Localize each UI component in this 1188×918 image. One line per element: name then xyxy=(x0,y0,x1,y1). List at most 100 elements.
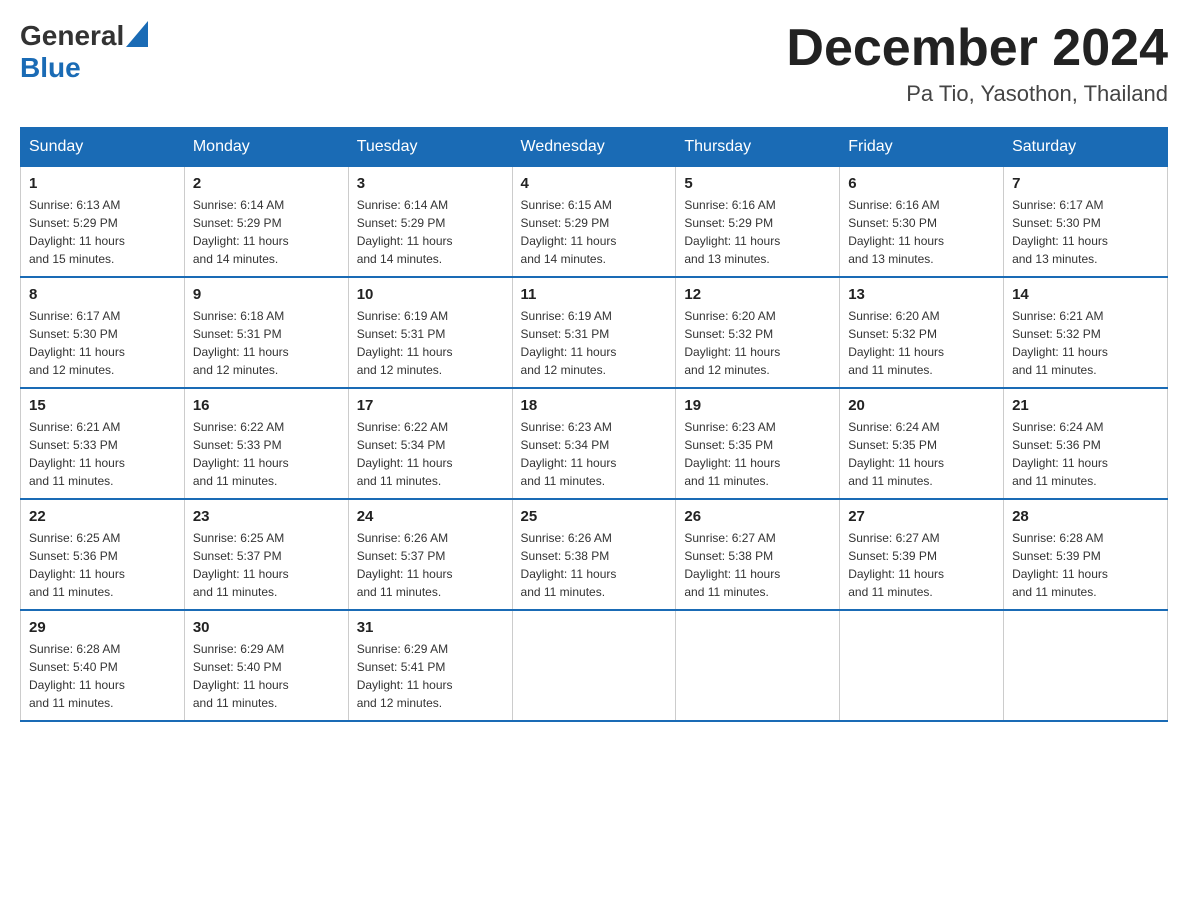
calendar-cell xyxy=(1004,610,1168,721)
day-info: Sunrise: 6:27 AMSunset: 5:38 PMDaylight:… xyxy=(684,529,831,601)
day-number: 3 xyxy=(357,175,504,192)
column-header-saturday: Saturday xyxy=(1004,128,1168,167)
day-info: Sunrise: 6:25 AMSunset: 5:36 PMDaylight:… xyxy=(29,529,176,601)
calendar-cell: 31 Sunrise: 6:29 AMSunset: 5:41 PMDayligh… xyxy=(348,610,512,721)
day-info: Sunrise: 6:23 AMSunset: 5:34 PMDaylight:… xyxy=(521,418,668,490)
calendar-cell: 14 Sunrise: 6:21 AMSunset: 5:32 PMDayligh… xyxy=(1004,277,1168,388)
day-number: 28 xyxy=(1012,508,1159,525)
day-number: 22 xyxy=(29,508,176,525)
column-header-tuesday: Tuesday xyxy=(348,128,512,167)
day-number: 29 xyxy=(29,619,176,636)
day-number: 21 xyxy=(1012,397,1159,414)
day-number: 9 xyxy=(193,286,340,303)
day-number: 31 xyxy=(357,619,504,636)
calendar-week-row: 29 Sunrise: 6:28 AMSunset: 5:40 PMDayligh… xyxy=(21,610,1168,721)
day-info: Sunrise: 6:17 AMSunset: 5:30 PMDaylight:… xyxy=(29,307,176,379)
calendar-cell: 8 Sunrise: 6:17 AMSunset: 5:30 PMDaylight… xyxy=(21,277,185,388)
day-number: 16 xyxy=(193,397,340,414)
day-info: Sunrise: 6:27 AMSunset: 5:39 PMDaylight:… xyxy=(848,529,995,601)
day-info: Sunrise: 6:13 AMSunset: 5:29 PMDaylight:… xyxy=(29,196,176,268)
calendar-cell: 25 Sunrise: 6:26 AMSunset: 5:38 PMDayligh… xyxy=(512,499,676,610)
logo-triangle-icon xyxy=(126,21,148,47)
day-info: Sunrise: 6:14 AMSunset: 5:29 PMDaylight:… xyxy=(193,196,340,268)
day-info: Sunrise: 6:16 AMSunset: 5:29 PMDaylight:… xyxy=(684,196,831,268)
column-header-sunday: Sunday xyxy=(21,128,185,167)
day-info: Sunrise: 6:21 AMSunset: 5:33 PMDaylight:… xyxy=(29,418,176,490)
calendar-cell: 23Sunrise: 6:25 AMSunset: 5:37 PMDayligh… xyxy=(184,499,348,610)
calendar-cell: 20Sunrise: 6:24 AMSunset: 5:35 PMDayligh… xyxy=(840,388,1004,499)
logo-general-text: General xyxy=(20,20,124,52)
calendar-cell xyxy=(840,610,1004,721)
calendar-week-row: 8 Sunrise: 6:17 AMSunset: 5:30 PMDaylight… xyxy=(21,277,1168,388)
column-header-wednesday: Wednesday xyxy=(512,128,676,167)
calendar-cell: 1 Sunrise: 6:13 AMSunset: 5:29 PMDaylight… xyxy=(21,167,185,278)
day-info: Sunrise: 6:16 AMSunset: 5:30 PMDaylight:… xyxy=(848,196,995,268)
day-info: Sunrise: 6:20 AMSunset: 5:32 PMDaylight:… xyxy=(684,307,831,379)
title-section: December 2024 Pa Tio, Yasothon, Thailand xyxy=(786,20,1168,107)
day-info: Sunrise: 6:28 AMSunset: 5:39 PMDaylight:… xyxy=(1012,529,1159,601)
calendar-cell: 16Sunrise: 6:22 AMSunset: 5:33 PMDayligh… xyxy=(184,388,348,499)
day-number: 26 xyxy=(684,508,831,525)
day-info: Sunrise: 6:23 AMSunset: 5:35 PMDaylight:… xyxy=(684,418,831,490)
day-info: Sunrise: 6:20 AMSunset: 5:32 PMDaylight:… xyxy=(848,307,995,379)
calendar-cell xyxy=(676,610,840,721)
calendar-cell: 6 Sunrise: 6:16 AMSunset: 5:30 PMDaylight… xyxy=(840,167,1004,278)
day-number: 27 xyxy=(848,508,995,525)
day-number: 12 xyxy=(684,286,831,303)
calendar-header-row: SundayMondayTuesdayWednesdayThursdayFrid… xyxy=(21,128,1168,167)
day-number: 2 xyxy=(193,175,340,192)
calendar-cell: 3 Sunrise: 6:14 AMSunset: 5:29 PMDaylight… xyxy=(348,167,512,278)
day-info: Sunrise: 6:26 AMSunset: 5:38 PMDaylight:… xyxy=(521,529,668,601)
day-info: Sunrise: 6:17 AMSunset: 5:30 PMDaylight:… xyxy=(1012,196,1159,268)
calendar-cell: 13 Sunrise: 6:20 AMSunset: 5:32 PMDayligh… xyxy=(840,277,1004,388)
calendar-cell: 28 Sunrise: 6:28 AMSunset: 5:39 PMDayligh… xyxy=(1004,499,1168,610)
calendar-cell: 5Sunrise: 6:16 AMSunset: 5:29 PMDaylight… xyxy=(676,167,840,278)
day-info: Sunrise: 6:14 AMSunset: 5:29 PMDaylight:… xyxy=(357,196,504,268)
day-info: Sunrise: 6:29 AMSunset: 5:40 PMDaylight:… xyxy=(193,640,340,712)
day-info: Sunrise: 6:18 AMSunset: 5:31 PMDaylight:… xyxy=(193,307,340,379)
day-info: Sunrise: 6:22 AMSunset: 5:34 PMDaylight:… xyxy=(357,418,504,490)
day-info: Sunrise: 6:15 AMSunset: 5:29 PMDaylight:… xyxy=(521,196,668,268)
day-number: 20 xyxy=(848,397,995,414)
column-header-monday: Monday xyxy=(184,128,348,167)
column-header-friday: Friday xyxy=(840,128,1004,167)
day-number: 4 xyxy=(521,175,668,192)
calendar-cell: 11Sunrise: 6:19 AMSunset: 5:31 PMDayligh… xyxy=(512,277,676,388)
day-number: 18 xyxy=(521,397,668,414)
calendar-week-row: 1 Sunrise: 6:13 AMSunset: 5:29 PMDaylight… xyxy=(21,167,1168,278)
calendar-cell: 24 Sunrise: 6:26 AMSunset: 5:37 PMDayligh… xyxy=(348,499,512,610)
calendar-cell: 4 Sunrise: 6:15 AMSunset: 5:29 PMDaylight… xyxy=(512,167,676,278)
column-header-thursday: Thursday xyxy=(676,128,840,167)
logo: General Blue xyxy=(20,20,148,84)
day-number: 23 xyxy=(193,508,340,525)
day-number: 6 xyxy=(848,175,995,192)
day-info: Sunrise: 6:26 AMSunset: 5:37 PMDaylight:… xyxy=(357,529,504,601)
calendar-cell: 7 Sunrise: 6:17 AMSunset: 5:30 PMDaylight… xyxy=(1004,167,1168,278)
day-info: Sunrise: 6:19 AMSunset: 5:31 PMDaylight:… xyxy=(357,307,504,379)
calendar-cell: 27 Sunrise: 6:27 AMSunset: 5:39 PMDayligh… xyxy=(840,499,1004,610)
day-number: 13 xyxy=(848,286,995,303)
day-number: 17 xyxy=(357,397,504,414)
day-number: 7 xyxy=(1012,175,1159,192)
location-title: Pa Tio, Yasothon, Thailand xyxy=(786,81,1168,107)
day-number: 25 xyxy=(521,508,668,525)
day-number: 8 xyxy=(29,286,176,303)
day-number: 10 xyxy=(357,286,504,303)
day-info: Sunrise: 6:28 AMSunset: 5:40 PMDaylight:… xyxy=(29,640,176,712)
day-number: 1 xyxy=(29,175,176,192)
calendar-cell: 21Sunrise: 6:24 AMSunset: 5:36 PMDayligh… xyxy=(1004,388,1168,499)
day-number: 24 xyxy=(357,508,504,525)
day-number: 30 xyxy=(193,619,340,636)
calendar-cell: 2 Sunrise: 6:14 AMSunset: 5:29 PMDaylight… xyxy=(184,167,348,278)
calendar-cell: 22 Sunrise: 6:25 AMSunset: 5:36 PMDayligh… xyxy=(21,499,185,610)
day-info: Sunrise: 6:21 AMSunset: 5:32 PMDaylight:… xyxy=(1012,307,1159,379)
day-info: Sunrise: 6:29 AMSunset: 5:41 PMDaylight:… xyxy=(357,640,504,712)
calendar-cell: 30 Sunrise: 6:29 AMSunset: 5:40 PMDayligh… xyxy=(184,610,348,721)
day-number: 11 xyxy=(521,286,668,303)
calendar-cell: 12 Sunrise: 6:20 AMSunset: 5:32 PMDayligh… xyxy=(676,277,840,388)
calendar-cell: 10 Sunrise: 6:19 AMSunset: 5:31 PMDayligh… xyxy=(348,277,512,388)
logo-blue-text: Blue xyxy=(20,52,81,83)
day-number: 14 xyxy=(1012,286,1159,303)
calendar-week-row: 22 Sunrise: 6:25 AMSunset: 5:36 PMDayligh… xyxy=(21,499,1168,610)
calendar-cell xyxy=(512,610,676,721)
